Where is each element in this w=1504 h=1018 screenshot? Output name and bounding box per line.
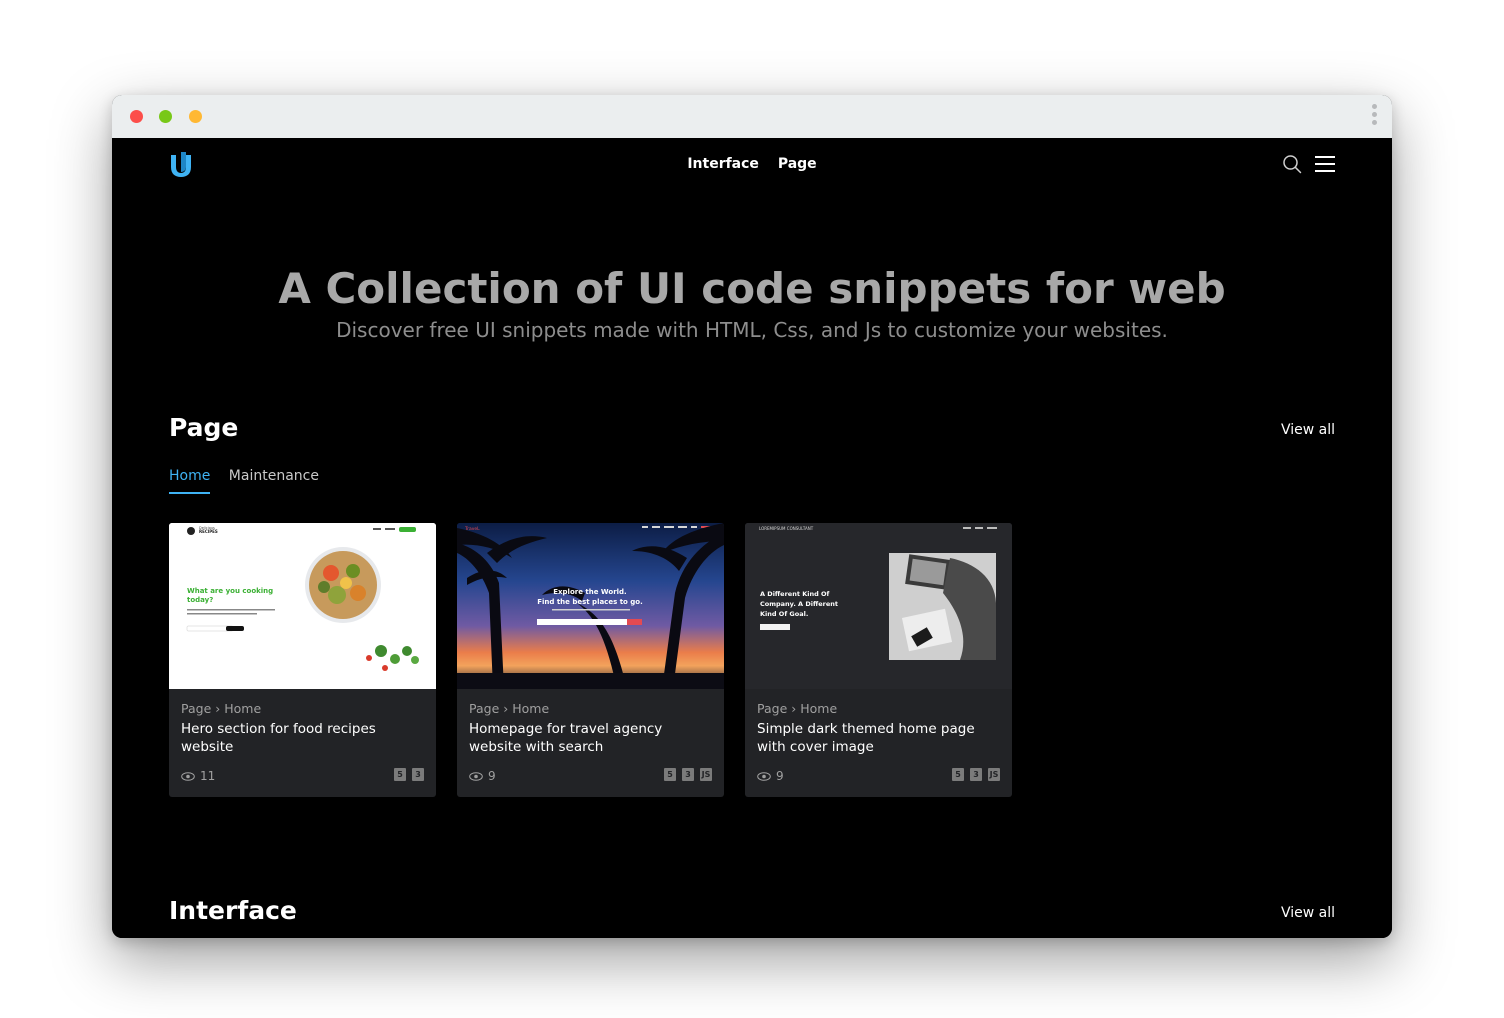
css3-icon: 3	[682, 768, 694, 781]
card-title[interactable]: Simple dark themed home page with cover …	[757, 720, 997, 756]
html5-icon: 5	[664, 768, 676, 781]
view-count: 11	[200, 769, 216, 783]
javascript-icon: JS	[700, 768, 712, 781]
card-breadcrumb: Page › Home	[469, 701, 549, 716]
view-count: 9	[776, 769, 784, 783]
hero-subtitle: Discover free UI snippets made with HTML…	[336, 318, 1168, 342]
page-view-all-link[interactable]: View all	[1281, 422, 1335, 438]
breadcrumb-subsection[interactable]: Home	[224, 701, 261, 716]
snippet-card[interactable]: Delicious RECIPES What are you cooking t…	[169, 523, 436, 797]
eye-icon	[181, 771, 195, 781]
css3-icon: 3	[970, 768, 982, 781]
html5-icon: 5	[952, 768, 964, 781]
search-icon[interactable]	[1282, 154, 1302, 174]
tech-badges: 5 3 JS	[952, 768, 1000, 781]
thumb-headline: What are you cooking	[187, 587, 273, 595]
maximize-window-button[interactable]	[159, 110, 172, 123]
browser-titlebar	[112, 95, 1392, 138]
eye-icon	[469, 771, 483, 781]
breadcrumb-section[interactable]: Page	[181, 701, 211, 716]
thumb-headline-3: Kind Of Goal.	[760, 610, 808, 618]
hero-title: A Collection of UI code snippets for web	[278, 264, 1226, 313]
tab-home[interactable]: Home	[169, 468, 211, 494]
breadcrumb-chevron-icon: ›	[215, 701, 221, 716]
javascript-icon: JS	[988, 768, 1000, 781]
close-window-button[interactable]	[130, 110, 143, 123]
card-breadcrumb: Page › Home	[181, 701, 261, 716]
card-thumbnail-travel[interactable]: TraveL Explore the World. Find the best …	[457, 523, 724, 689]
nav-link-page[interactable]: Page	[778, 156, 817, 172]
food-recipes-preview: Delicious RECIPES What are you cooking t…	[169, 523, 436, 689]
thumb-headline: Explore the World.	[553, 588, 626, 596]
breadcrumb-chevron-icon: ›	[791, 701, 797, 716]
interface-section-title: Interface	[169, 896, 297, 925]
tech-badges: 5 3	[394, 768, 424, 781]
thumb-brand: RECIPES	[199, 529, 218, 534]
snippet-card[interactable]: TraveL Explore the World. Find the best …	[457, 523, 724, 797]
card-thumbnail-food[interactable]: Delicious RECIPES What are you cooking t…	[169, 523, 436, 689]
breadcrumb-subsection[interactable]: Home	[512, 701, 549, 716]
html5-icon: 5	[394, 768, 406, 781]
css3-icon: 3	[412, 768, 424, 781]
breadcrumb-section[interactable]: Page	[757, 701, 787, 716]
card-title[interactable]: Homepage for travel agency website with …	[469, 720, 709, 756]
page-viewport: Interface Page A Collection of UI code s…	[112, 138, 1392, 938]
thumb-headline-2: today?	[187, 596, 213, 604]
thumb-headline-2: Find the best places to go.	[537, 598, 643, 606]
top-nav: Interface Page	[112, 156, 1392, 172]
nav-link-interface[interactable]: Interface	[687, 156, 759, 172]
interface-view-all-link[interactable]: View all	[1281, 905, 1335, 921]
kebab-menu-icon[interactable]	[1370, 104, 1378, 130]
card-thumbnail-dark[interactable]: LOREMIPSUM CONSULTANT A Different Kind O…	[745, 523, 1012, 689]
card-views: 9	[757, 769, 784, 783]
eye-icon	[757, 771, 771, 781]
dark-home-preview: LOREMIPSUM CONSULTANT A Different Kind O…	[745, 523, 1012, 689]
hamburger-menu-icon[interactable]	[1315, 155, 1335, 173]
view-count: 9	[488, 769, 496, 783]
page-section-title: Page	[169, 413, 239, 442]
card-title[interactable]: Hero section for food recipes website	[181, 720, 421, 756]
thumb-brand: LOREMIPSUM CONSULTANT	[759, 526, 814, 531]
card-views: 9	[469, 769, 496, 783]
travel-agency-preview: TraveL Explore the World. Find the best …	[457, 523, 724, 689]
page-tabs: Home Maintenance	[169, 468, 333, 494]
thumb-headline: A Different Kind Of	[760, 590, 830, 598]
card-breadcrumb: Page › Home	[757, 701, 837, 716]
breadcrumb-section[interactable]: Page	[469, 701, 499, 716]
tech-badges: 5 3 JS	[664, 768, 712, 781]
snippet-card[interactable]: LOREMIPSUM CONSULTANT A Different Kind O…	[745, 523, 1012, 797]
breadcrumb-chevron-icon: ›	[503, 701, 509, 716]
thumb-headline-2: Company. A Different	[760, 600, 838, 608]
minimize-window-button[interactable]	[189, 110, 202, 123]
breadcrumb-subsection[interactable]: Home	[800, 701, 837, 716]
tab-maintenance[interactable]: Maintenance	[229, 468, 319, 492]
browser-window: Interface Page A Collection of UI code s…	[112, 95, 1392, 938]
card-views: 11	[181, 769, 215, 783]
